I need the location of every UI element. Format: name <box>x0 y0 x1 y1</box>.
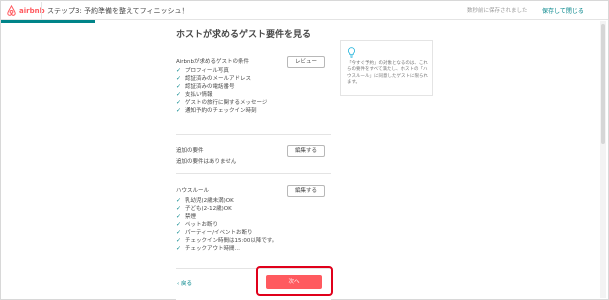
airbnb-logo[interactable]: airbnb <box>6 5 45 16</box>
save-and-exit-link[interactable]: 保存して閉じる <box>542 6 584 15</box>
list-item: ✓ 支払い情報 <box>176 91 213 98</box>
list-item: ✓ ペットお断り <box>176 221 219 228</box>
step-title: ステップ3: 予約準備を整えてフィニッシュ！ <box>47 7 189 15</box>
list-item: ✓ チェックイン時間は15:00以降です。 <box>176 237 278 244</box>
saved-status: 数秒前に保存されました <box>467 8 528 14</box>
check-icon: ✓ <box>176 245 182 252</box>
house-rules-list: ✓ 乳幼児(2歳未満)OK ✓ 子ども(2-12歳)OK ✓ 禁煙 ✓ ペットお断り ✓… <box>176 197 277 253</box>
tip-box: 「今すぐ予約」の対象となるのは、これらの要件をすべて満たし、ホストの「ハウスルー… <box>340 40 433 96</box>
header-divider <box>41 2 42 20</box>
check-icon: ✓ <box>176 67 182 74</box>
list-item: ✓ 認証済みの電話番号 <box>176 83 235 90</box>
list-item: ✓ ゲストの旅行に関するメッセージ <box>176 99 268 106</box>
edit-house-rules-button[interactable]: 編集する <box>287 185 325 197</box>
section-divider <box>176 173 331 174</box>
airbnb-requirements-list: ✓ プロフィール写真 ✓ 認証済みのメールアドレス ✓ 認証済みの電話番号 ✓ 支払い情… <box>176 67 267 115</box>
check-icon: ✓ <box>176 229 182 236</box>
airbnb-logo-icon <box>7 5 16 16</box>
scrollbar-thumb[interactable] <box>601 24 605 144</box>
check-icon: ✓ <box>176 237 182 244</box>
check-icon: ✓ <box>176 205 182 212</box>
tip-text: 「今すぐ予約」の対象となるのは、これらの要件をすべて満たし、ホストの「ハウスルー… <box>347 61 428 86</box>
additional-requirements-label: 追加の要件 <box>176 148 204 154</box>
progress-bar <box>1 20 95 23</box>
page-title: ホストが求めるゲスト要件を見る <box>176 30 312 40</box>
edit-additional-requirements-button[interactable]: 編集する <box>287 145 325 157</box>
list-item: ✓ プロフィール写真 <box>176 67 229 74</box>
airbnb-requirements-label: Airbnbが求めるゲストの条件 <box>176 59 250 65</box>
list-item: ✓ 乳幼児(2歳未満)OK <box>176 197 234 204</box>
list-item: ✓ 認証済みのメールアドレス <box>176 75 252 82</box>
check-icon: ✓ <box>176 99 182 106</box>
list-item: ✓ チェックアウト時間… <box>176 245 241 252</box>
top-bar: airbnb ステップ3: 予約準備を整えてフィニッシュ！ 数秒前に保存されまし… <box>1 1 608 20</box>
check-icon: ✓ <box>176 213 182 220</box>
next-button[interactable]: 次へ <box>266 275 322 289</box>
house-rules-label: ハウスルール <box>176 188 210 194</box>
list-item: ✓ 子ども(2-12歳)OK <box>176 205 232 212</box>
check-icon: ✓ <box>176 107 182 114</box>
check-icon: ✓ <box>176 91 182 98</box>
list-item: ✓ 通知予約のチェックイン時刻 <box>176 107 257 114</box>
additional-requirements-value: 追加の要件はありません <box>176 159 237 165</box>
list-item: ✓ 禁煙 <box>176 213 197 220</box>
review-button[interactable]: レビュー <box>287 56 325 68</box>
back-link[interactable]: ‹ 戻る <box>177 279 192 287</box>
section-divider <box>176 134 331 135</box>
lightbulb-icon <box>348 47 355 58</box>
check-icon: ✓ <box>176 221 182 228</box>
check-icon: ✓ <box>176 75 182 82</box>
list-item: ✓ パーティー/イベントお断り <box>176 229 253 236</box>
check-icon: ✓ <box>176 83 182 90</box>
check-icon: ✓ <box>176 197 182 204</box>
